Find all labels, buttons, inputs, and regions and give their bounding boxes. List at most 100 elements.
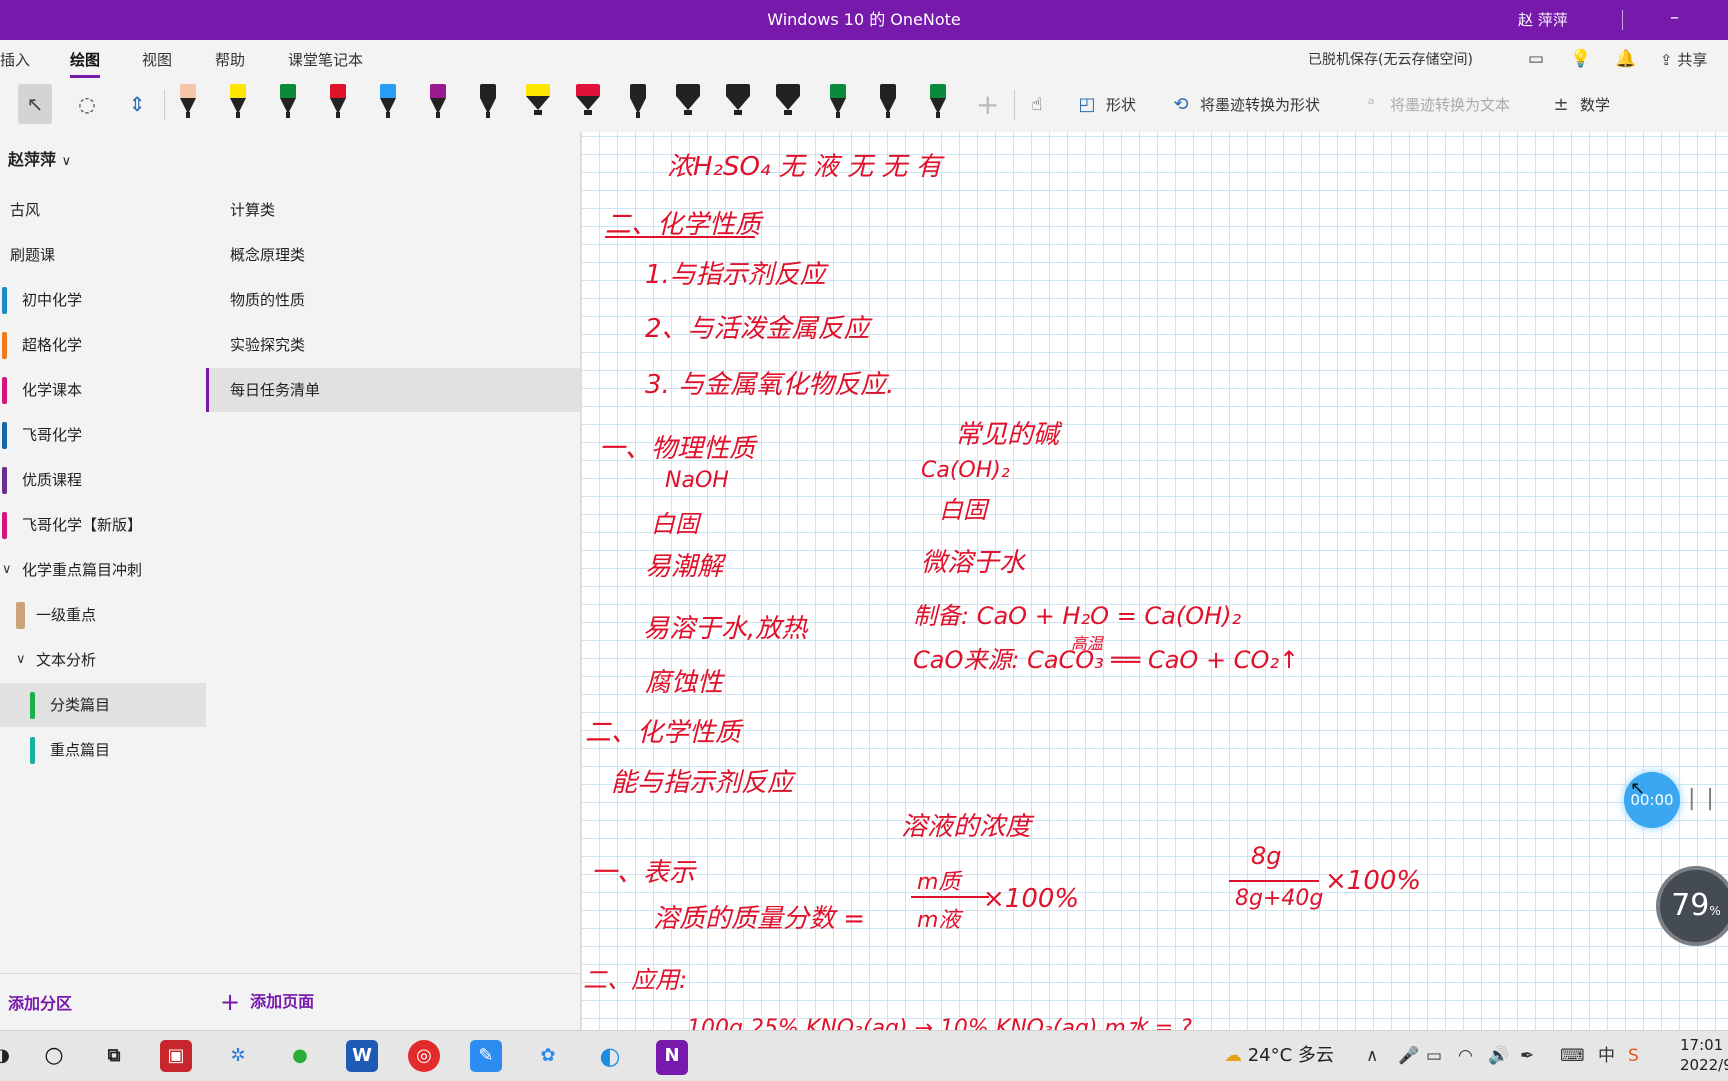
section-item[interactable]: 一级重点 xyxy=(0,593,206,637)
ink-numerator: m质 xyxy=(917,870,961,895)
section-item[interactable]: 化学课本 xyxy=(0,368,206,412)
tab-help[interactable]: 帮助 xyxy=(215,40,245,80)
cortana-circle-icon[interactable]: ○ xyxy=(38,1040,70,1072)
start-button[interactable]: ◑ xyxy=(0,1040,18,1072)
pen-color-swatch xyxy=(430,84,446,98)
pen-color-swatch xyxy=(776,84,800,96)
notebook-name[interactable]: 赵萍萍 ∨ xyxy=(8,132,71,190)
add-page-button[interactable]: + 添加页面 xyxy=(220,988,314,1016)
add-section-button[interactable]: 添加分区 xyxy=(8,990,72,1014)
ink-common-alkali: 常见的碱 xyxy=(955,420,1060,450)
ink-underline xyxy=(605,236,755,238)
lasso-select-button[interactable]: ◌ xyxy=(70,84,104,124)
cloud-app-icon[interactable]: ✿ xyxy=(532,1040,564,1072)
section-item[interactable]: 分类篇目 xyxy=(0,683,206,727)
section-label: 一级重点 xyxy=(36,606,97,624)
section-item[interactable]: 初中化学 xyxy=(0,278,206,322)
section-item[interactable]: ∨ 文本分析 xyxy=(0,638,206,682)
page-item[interactable]: 每日任务清单 xyxy=(206,368,580,412)
section-label: 初中化学 xyxy=(22,291,83,309)
pinwheel-app-icon[interactable]: ✲ xyxy=(222,1040,254,1072)
highlighter-13[interactable] xyxy=(770,82,806,128)
section-item[interactable]: 超格化学 xyxy=(0,323,206,367)
word-icon[interactable]: W xyxy=(346,1040,378,1072)
pen-6[interactable] xyxy=(420,82,456,128)
pen-3[interactable] xyxy=(270,82,306,128)
ink-percent: ×100% xyxy=(983,884,1080,914)
section-item[interactable]: 优质课程 xyxy=(0,458,206,502)
netease-music-icon[interactable]: ◎ xyxy=(408,1040,440,1072)
add-space-button[interactable]: ⇕ xyxy=(120,84,154,124)
section-item[interactable]: 飞哥化学【新版】 xyxy=(0,503,206,547)
volume-icon[interactable]: 🔊 xyxy=(1488,1031,1509,1081)
add-page-label: 添加页面 xyxy=(250,992,315,1011)
math-button[interactable]: ± 数学 xyxy=(1550,78,1610,132)
pause-icon[interactable]: | | xyxy=(1688,786,1716,811)
task-view-icon[interactable]: ⧉ xyxy=(98,1040,130,1072)
highlighter-9[interactable] xyxy=(570,82,606,128)
section-item[interactable]: 飞哥化学 xyxy=(0,413,206,457)
shapes-button[interactable]: ◰ 形状 xyxy=(1076,78,1136,132)
pen-14[interactable] xyxy=(820,82,856,128)
share-button[interactable]: ⇪ 共享 xyxy=(1660,40,1707,80)
pen-app-icon[interactable]: ✎ xyxy=(470,1040,502,1072)
lightbulb-icon[interactable]: 💡 xyxy=(1570,48,1592,70)
ink-solution-concentration: 溶液的浓度 xyxy=(901,812,1032,842)
tab-insert[interactable]: 插入 xyxy=(0,40,30,80)
sogou-icon[interactable]: S xyxy=(1628,1031,1639,1081)
pen-7[interactable] xyxy=(470,82,506,128)
page-item[interactable]: 实验探究类 xyxy=(206,323,580,367)
notebook-sync-icon[interactable]: ▭ xyxy=(1525,48,1547,70)
page-item[interactable]: 物质的性质 xyxy=(206,278,580,322)
sync-status[interactable]: 已脱机保存(无云存储空间) xyxy=(1308,40,1473,80)
ink-naoh-corrosive: 腐蚀性 xyxy=(645,668,724,698)
section-item[interactable]: 刷题课 xyxy=(0,233,206,277)
system-gauge[interactable]: 79% xyxy=(1656,866,1728,946)
pen-2[interactable] xyxy=(220,82,256,128)
minimize-button[interactable]: – xyxy=(1670,0,1679,36)
weather[interactable]: ☁ 24°C 多云 xyxy=(1224,1031,1334,1081)
section-item[interactable]: ∨ 化学重点篇目冲刺 xyxy=(0,548,206,592)
tab-view[interactable]: 视图 xyxy=(142,40,172,80)
add-pen-button[interactable]: + xyxy=(976,88,999,121)
pen-5[interactable] xyxy=(370,82,406,128)
type-select-tool-button[interactable]: ↖ xyxy=(18,84,52,124)
page-item[interactable]: 计算类 xyxy=(206,188,580,232)
bell-icon[interactable]: 🔔 xyxy=(1615,48,1637,70)
section-item[interactable]: 重点篇目 xyxy=(0,728,206,772)
clock[interactable]: 17:01 2022/9/ xyxy=(1680,1035,1728,1075)
account-name[interactable]: 赵 萍萍 xyxy=(1518,0,1568,40)
touch-draw-button[interactable]: ☝ xyxy=(1026,78,1056,132)
chevron-down-icon[interactable]: ∨ xyxy=(16,638,26,682)
wifi-icon[interactable]: ◠ xyxy=(1458,1031,1473,1081)
highlighter-8[interactable] xyxy=(520,82,556,128)
tab-draw[interactable]: 绘图 xyxy=(70,40,101,80)
ink-to-shape-button[interactable]: ⟲ 将墨迹转换为形状 xyxy=(1170,78,1320,132)
pen-nib xyxy=(936,112,940,118)
chevron-down-icon[interactable]: ∨ xyxy=(2,548,12,592)
wechat-icon[interactable]: ● xyxy=(284,1040,316,1072)
keyboard-icon[interactable]: ⌨ xyxy=(1560,1031,1585,1081)
section-color-tab xyxy=(30,692,35,719)
pen-15[interactable] xyxy=(870,82,906,128)
tab-class-notebook[interactable]: 课堂笔记本 xyxy=(288,40,363,80)
microphone-icon[interactable]: 🎤 xyxy=(1398,1031,1419,1081)
section-item[interactable]: 古风 xyxy=(0,188,206,232)
ink-to-text-button[interactable]: ᵃ 将墨迹转换为文本 xyxy=(1360,78,1510,132)
pen-10[interactable] xyxy=(620,82,656,128)
battery-icon[interactable]: ▭ xyxy=(1426,1031,1442,1081)
highlighter-11[interactable] xyxy=(670,82,706,128)
onenote-icon[interactable]: N xyxy=(656,1040,688,1075)
highlighter-12[interactable] xyxy=(720,82,756,128)
page-item[interactable]: 概念原理类 xyxy=(206,233,580,277)
pen-tray-icon[interactable]: ✒ xyxy=(1520,1031,1534,1081)
page-canvas[interactable]: 浓H₂SO₄ 无 液 无 无 有 二、化学性质 1.与指示剂反应 2、与活泼金属… xyxy=(581,132,1728,1030)
edge-icon[interactable]: ◐ xyxy=(594,1040,626,1072)
ink-row-top: 浓H₂SO₄ 无 液 无 无 有 xyxy=(667,152,942,182)
presentation-app-icon[interactable]: ▣ xyxy=(160,1040,192,1072)
chevron-up-icon[interactable]: ∧ xyxy=(1366,1031,1378,1081)
ime-indicator[interactable]: 中 xyxy=(1598,1031,1615,1081)
pen-1[interactable] xyxy=(170,82,206,128)
pen-4[interactable] xyxy=(320,82,356,128)
pen-16[interactable] xyxy=(920,82,956,128)
